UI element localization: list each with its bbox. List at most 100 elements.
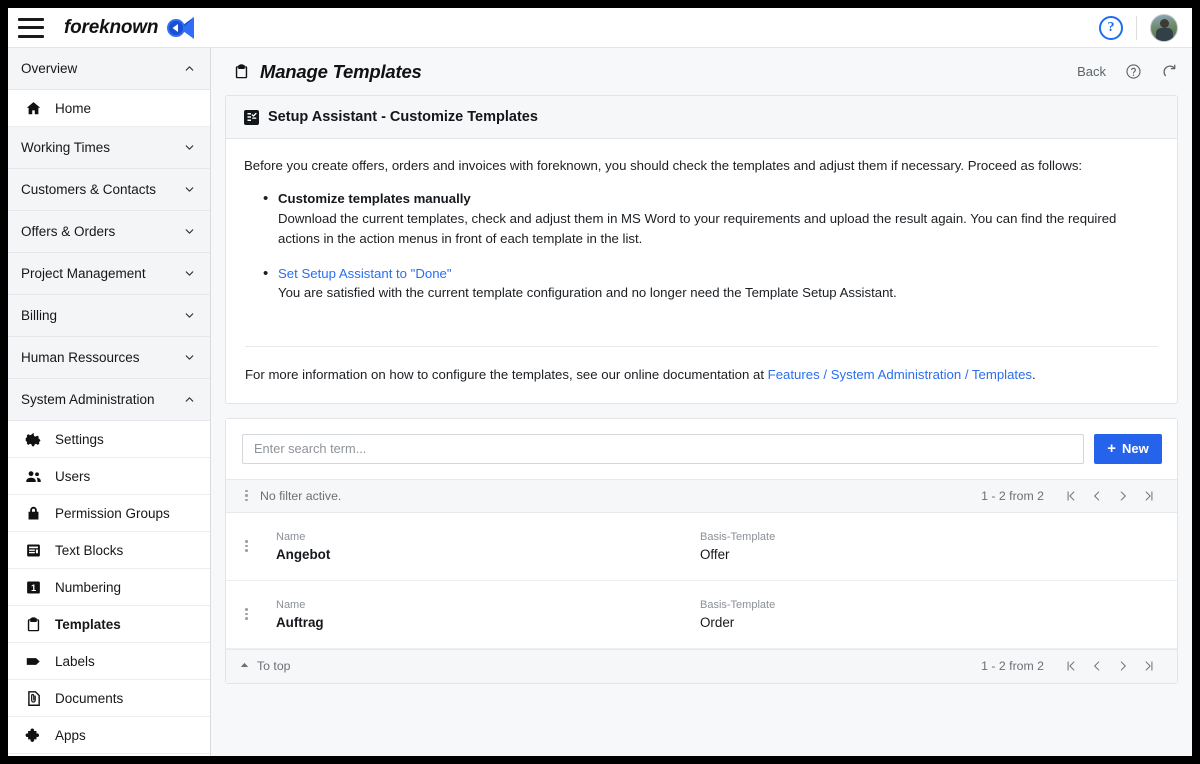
sidebar-item-home[interactable]: Home [8, 90, 210, 127]
sidebar-item-label: Permission Groups [55, 505, 170, 521]
sidebar-item-users[interactable]: Users [8, 458, 210, 495]
sidebar-section-label: Billing [21, 308, 58, 323]
pagination-count: 1 - 2 from 2 [981, 659, 1044, 674]
sidebar-item-permission-groups[interactable]: Permission Groups [8, 495, 210, 532]
next-page-icon[interactable] [1110, 483, 1136, 509]
sidebar-section-label: Overview [21, 61, 78, 76]
arrow-up-icon [240, 662, 249, 667]
sidebar-section-offers-orders[interactable]: Offers & Orders [8, 211, 210, 253]
row-name-value: Auftrag [276, 614, 324, 630]
footnote-suffix: . [1032, 366, 1036, 382]
row-basis-value: Offer [700, 546, 730, 562]
page-title: Manage Templates [233, 61, 422, 83]
top-bar: foreknown ? [8, 8, 1192, 48]
sidebar-item-label: Documents [55, 690, 124, 706]
first-page-icon[interactable] [1058, 483, 1084, 509]
sidebar-item-label: Settings [55, 431, 104, 447]
fact-check-icon [244, 109, 259, 125]
table-row[interactable]: Name Auftrag Basis-Template Order [226, 580, 1177, 649]
clipboard-icon [235, 64, 248, 79]
sidebar-item-label: Apps [55, 727, 86, 743]
more-vertical-icon[interactable] [239, 608, 254, 620]
avatar[interactable] [1150, 13, 1178, 42]
templates-list-card: + New No filter active. 1 - 2 from 2 [225, 417, 1178, 684]
row-name-value: Angebot [276, 546, 331, 562]
sidebar-section-working-times[interactable]: Working Times [8, 127, 210, 169]
sidebar-item-label: Numbering [55, 579, 122, 595]
sidebar-section-label: Project Management [21, 266, 146, 281]
list-footer-bar: To top 1 - 2 from 2 [226, 648, 1177, 683]
home-icon [26, 101, 41, 114]
hamburger-menu-icon[interactable] [18, 17, 44, 38]
to-top-button[interactable]: To top [239, 659, 291, 673]
back-button[interactable]: Back [1077, 64, 1106, 79]
sidebar-section-label: Human Ressources [21, 350, 140, 365]
search-input[interactable] [242, 433, 1084, 464]
next-page-icon[interactable] [1110, 653, 1136, 679]
previous-page-icon[interactable] [1084, 483, 1110, 509]
sidebar-item-labels[interactable]: Labels [8, 643, 210, 680]
help-circle-icon[interactable]: ? [1099, 15, 1123, 40]
document-attachment-icon [28, 690, 40, 706]
filter-status-label: No filter active. [260, 488, 342, 503]
brand-name: foreknown [64, 16, 159, 38]
sidebar-section-billing[interactable]: Billing [8, 295, 210, 337]
sidebar-item-documents[interactable]: Documents [8, 680, 210, 717]
setup-assistant-header: Setup Assistant - Customize Templates [226, 96, 1177, 139]
svg-text:1: 1 [31, 583, 36, 593]
more-vertical-icon[interactable] [239, 540, 254, 552]
puzzle-piece-icon [25, 728, 40, 742]
more-vertical-icon[interactable] [239, 489, 254, 502]
filter-bar: No filter active. 1 - 2 from 2 [226, 478, 1177, 513]
help-circle-icon[interactable] [1125, 63, 1142, 80]
sidebar-item-apps[interactable]: Apps [8, 717, 210, 754]
gear-icon [25, 432, 41, 446]
footnote-prefix: For more information on how to configure… [245, 366, 768, 382]
chevron-down-icon [185, 271, 194, 276]
sidebar[interactable]: Overview Home Working Times Customers & … [8, 48, 211, 756]
pagination-count: 1 - 2 from 2 [981, 488, 1044, 503]
assistant-step: Set Setup Assistant to "Done" You are sa… [244, 262, 1159, 304]
last-page-icon[interactable] [1136, 653, 1162, 679]
setup-assistant-body: Before you create offers, orders and inv… [226, 139, 1177, 336]
last-page-icon[interactable] [1136, 483, 1162, 509]
tag-icon [26, 657, 40, 665]
sidebar-section-human-ressources[interactable]: Human Ressources [8, 337, 210, 379]
sidebar-item-templates[interactable]: Templates [8, 606, 210, 643]
new-button[interactable]: + New [1094, 433, 1162, 464]
sidebar-section-project-management[interactable]: Project Management [8, 253, 210, 295]
sidebar-section-label: Customers & Contacts [21, 182, 157, 197]
number-one-box-icon: 1 [27, 580, 40, 594]
column-header-basis-template: Basis-Template [700, 530, 776, 543]
sidebar-item-label: Home [55, 100, 92, 116]
assistant-step-description: You are satisfied with the current templ… [278, 285, 897, 301]
assistant-steps: Customize templates manually Download th… [244, 188, 1159, 304]
table-row[interactable]: Name Angebot Basis-Template Offer [226, 512, 1177, 581]
row-basis-cell: Basis-Template Offer [700, 531, 1162, 562]
documentation-link[interactable]: Features / System Administration / Templ… [768, 367, 1032, 382]
documentation-footnote: For more information on how to configure… [226, 347, 1177, 387]
first-page-icon[interactable] [1058, 653, 1084, 679]
row-name-cell: Name Angebot [276, 531, 700, 562]
sidebar-item-label: Templates [55, 616, 121, 632]
sidebar-section-customers-contacts[interactable]: Customers & Contacts [8, 169, 210, 211]
new-button-label: New [1122, 441, 1149, 457]
sidebar-section-overview[interactable]: Overview [8, 48, 210, 90]
chevron-up-icon [185, 397, 194, 402]
sidebar-item-numbering[interactable]: 1 Numbering [8, 569, 210, 606]
page-title-text: Manage Templates [260, 60, 422, 82]
to-top-label: To top [257, 659, 291, 674]
column-header-basis-template: Basis-Template [700, 598, 776, 611]
chevron-down-icon [185, 145, 194, 150]
assistant-lede: Before you create offers, orders and inv… [244, 158, 1083, 173]
sidebar-item-label: Users [55, 468, 91, 484]
brand-logo[interactable]: foreknown [64, 16, 195, 40]
sidebar-item-settings[interactable]: Settings [8, 421, 210, 458]
assistant-step-title: Customize templates manually [278, 190, 471, 206]
set-setup-assistant-done-link[interactable]: Set Setup Assistant to "Done" [278, 264, 1159, 284]
refresh-icon[interactable] [1161, 63, 1178, 80]
sidebar-section-system-administration[interactable]: System Administration [8, 379, 210, 421]
body-split: Overview Home Working Times Customers & … [8, 48, 1192, 756]
previous-page-icon[interactable] [1084, 653, 1110, 679]
sidebar-item-text-blocks[interactable]: Text Blocks [8, 532, 210, 569]
